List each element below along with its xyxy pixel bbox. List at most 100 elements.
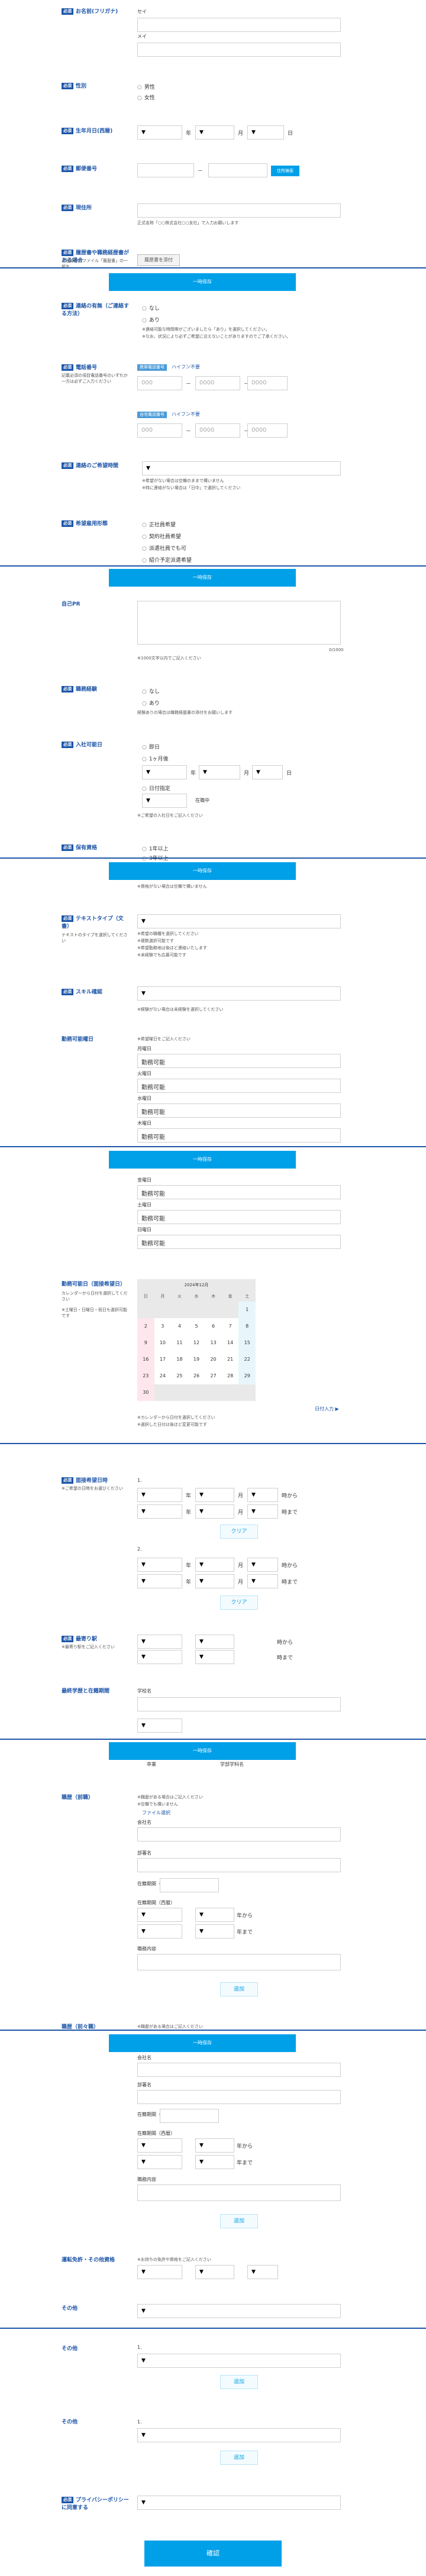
calendar-day[interactable]: 11 — [171, 1335, 188, 1351]
career2-duties-textarea[interactable] — [137, 2185, 341, 2201]
calendar-day[interactable]: 30 — [137, 1384, 154, 1401]
career2-from-month-select[interactable]: ▼ — [195, 2138, 234, 2153]
interview-2-day-select[interactable]: ▼ — [247, 1558, 278, 1572]
calendar-day[interactable]: 25 — [171, 1368, 188, 1384]
start-status-select[interactable]: ▼ — [142, 794, 187, 808]
contact-none-radio[interactable]: なし — [142, 304, 160, 312]
calendar-day[interactable]: 18 — [171, 1351, 188, 1368]
sunday-input[interactable]: 勤務可能 — [137, 1235, 341, 1249]
start-day-select[interactable]: ▼ — [252, 765, 283, 779]
calendar-day[interactable]: 21 — [221, 1351, 239, 1368]
calendar-day[interactable]: 27 — [205, 1368, 222, 1384]
career2-add-button[interactable]: 追加 — [220, 2214, 258, 2228]
calendar-day[interactable]: 16 — [137, 1351, 154, 1368]
postal-code-2-input[interactable] — [208, 163, 267, 177]
interview-1-day-select[interactable]: ▼ — [247, 1488, 278, 1502]
calendar-day[interactable]: 14 — [221, 1335, 239, 1351]
commute-2-select[interactable]: ▼ — [195, 1635, 234, 1649]
misc2-select[interactable]: ▼ — [137, 2354, 341, 2368]
start-immediate-radio[interactable]: 即日 — [142, 743, 160, 750]
interview-1-month-select[interactable]: ▼ — [195, 1488, 234, 1502]
sei-input[interactable] — [137, 18, 341, 32]
temp-save-banner[interactable]: 一時保存 — [109, 569, 296, 587]
employment-option-3[interactable]: 派遣社員でも可 — [142, 544, 186, 552]
calendar-day[interactable]: 24 — [154, 1368, 172, 1384]
temp-save-banner[interactable]: 一時保存 — [109, 862, 296, 880]
calendar-day[interactable]: 2 — [137, 1318, 154, 1335]
calendar-day[interactable]: 23 — [137, 1368, 154, 1384]
tuesday-input[interactable]: 勤務可能 — [137, 1079, 341, 1093]
school-year-select[interactable]: ▼ — [137, 1719, 182, 1733]
career2-to-month-select[interactable]: ▼ — [195, 2155, 234, 2169]
calendar-day[interactable]: 1 — [238, 1302, 256, 1318]
temp-save-banner[interactable]: 一時保存 — [109, 1742, 296, 1760]
interview-2-hour-select[interactable]: ▼ — [137, 1574, 182, 1588]
misc3-add-button[interactable]: 追加 — [220, 2451, 258, 2465]
address-search-button[interactable]: 住所検索 — [271, 166, 299, 176]
experience-yes-radio[interactable]: あり — [142, 699, 160, 707]
employment-option-2[interactable]: 契約社員希望 — [142, 532, 181, 540]
calendar-day[interactable]: 12 — [188, 1335, 205, 1351]
calendar-day[interactable]: 28 — [221, 1368, 239, 1384]
contact-time-select[interactable]: ▼ — [142, 461, 341, 475]
calendar-day[interactable]: 4 — [171, 1318, 188, 1335]
self-pr-textarea[interactable] — [137, 601, 341, 645]
calendar-day[interactable]: 19 — [188, 1351, 205, 1368]
career1-file-link[interactable]: ファイル選択 — [142, 1810, 170, 1816]
temp-save-banner[interactable]: 一時保存 — [109, 1151, 296, 1169]
interview-1-min-select[interactable]: ▼ — [195, 1504, 234, 1519]
calendar-day[interactable]: 22 — [238, 1351, 256, 1368]
career1-dept-input[interactable] — [137, 1858, 341, 1872]
mobile-1-input[interactable]: 000 — [137, 376, 182, 390]
qualification-1yr-radio[interactable]: 1年以上 — [142, 844, 169, 852]
license-1-select[interactable]: ▼ — [137, 2265, 182, 2279]
address-input[interactable] — [137, 203, 341, 218]
interview-2-year-select[interactable]: ▼ — [137, 1558, 182, 1572]
calendar-day[interactable]: 10 — [154, 1335, 172, 1351]
saturday-input[interactable]: 勤務可能 — [137, 1210, 341, 1224]
license-3-select[interactable]: ▼ — [247, 2265, 278, 2279]
career2-extra-input[interactable] — [160, 2109, 219, 2123]
home-3-input[interactable]: 0000 — [247, 423, 288, 438]
skill-select[interactable]: ▼ — [137, 986, 341, 1001]
career1-to-year-select[interactable]: ▼ — [137, 1924, 182, 1939]
career2-company-input[interactable] — [137, 2063, 341, 2077]
interview-2-clear-button[interactable]: クリア — [220, 1596, 258, 1610]
career1-to-month-select[interactable]: ▼ — [195, 1924, 234, 1939]
start-month-select[interactable]: ▼ — [199, 765, 240, 779]
birth-day-select[interactable]: ▼ — [247, 125, 284, 140]
gender-female-radio[interactable]: 女性 — [137, 93, 155, 101]
birth-year-select[interactable]: ▼ — [137, 125, 182, 140]
friday-input[interactable]: 勤務可能 — [137, 1185, 341, 1199]
calendar-day[interactable]: 6 — [205, 1318, 222, 1335]
date-input-link[interactable]: 日付入力 ▶ — [315, 1406, 339, 1412]
calendar-day[interactable]: 26 — [188, 1368, 205, 1384]
temp-save-banner[interactable]: 一時保存 — [109, 273, 296, 291]
calendar-day[interactable]: 3 — [154, 1318, 172, 1335]
gender-male-radio[interactable]: 男性 — [137, 83, 155, 90]
mobile-3-input[interactable]: 0000 — [247, 376, 288, 390]
start-month-radio[interactable]: 1ヶ月後 — [142, 755, 169, 762]
confirm-button[interactable]: 確認 — [144, 2541, 282, 2567]
home-1-input[interactable]: 000 — [137, 423, 182, 438]
interview-1-end-select[interactable]: ▼ — [247, 1504, 278, 1519]
calendar-day[interactable]: 15 — [238, 1335, 256, 1351]
career1-add-button[interactable]: 追加 — [220, 1982, 258, 1996]
interview-2-month-select[interactable]: ▼ — [195, 1558, 234, 1572]
calendar-day[interactable]: 29 — [238, 1368, 256, 1384]
temp-save-banner[interactable]: 一時保存 — [109, 2034, 296, 2052]
career1-from-month-select[interactable]: ▼ — [195, 1908, 234, 1922]
text-type-select[interactable]: ▼ — [137, 914, 341, 928]
interview-1-clear-button[interactable]: クリア — [220, 1525, 258, 1539]
calendar-day[interactable]: 5 — [188, 1318, 205, 1335]
calendar-day[interactable]: 17 — [154, 1351, 172, 1368]
interview-1-year-select[interactable]: ▼ — [137, 1488, 182, 1502]
birth-month-select[interactable]: ▼ — [195, 125, 234, 140]
employment-option-1[interactable]: 正社員希望 — [142, 520, 176, 528]
career2-to-year-select[interactable]: ▼ — [137, 2155, 182, 2169]
interview-1-hour-select[interactable]: ▼ — [137, 1504, 182, 1519]
career2-from-year-select[interactable]: ▼ — [137, 2138, 182, 2153]
experience-none-radio[interactable]: なし — [142, 687, 160, 695]
license-2-select[interactable]: ▼ — [195, 2265, 234, 2279]
calendar-widget[interactable]: 2024年12月 日月火水木金土 1 2 3 4 5 6 7 8 9 10 11 12 13 14 15 16 1… — [137, 1279, 256, 1401]
